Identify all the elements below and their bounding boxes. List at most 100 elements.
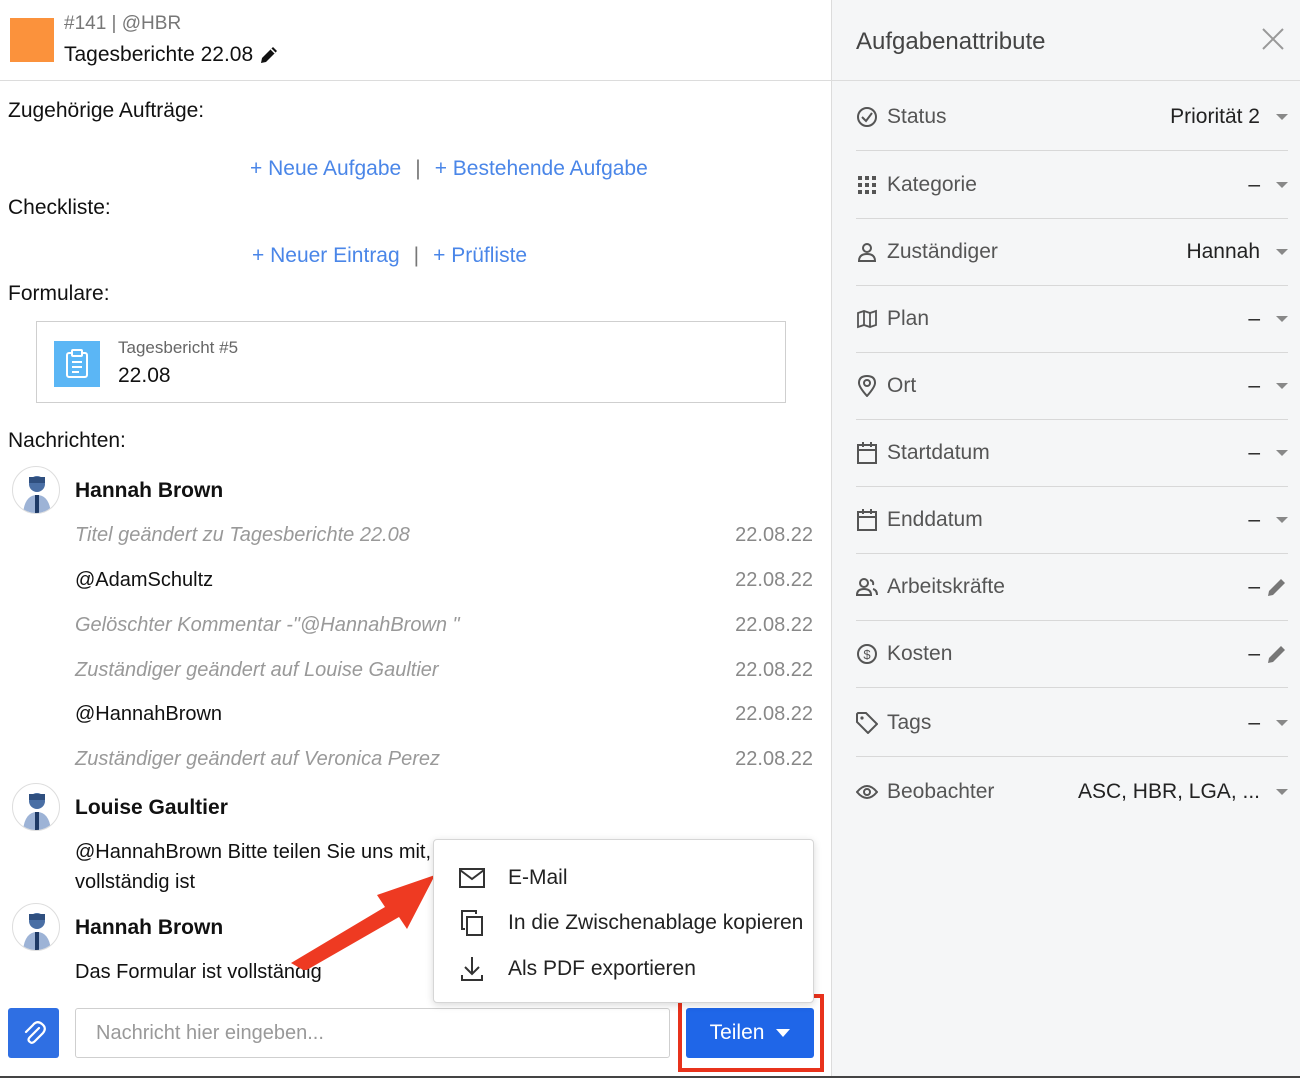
share-button-label: Teilen — [709, 1021, 765, 1044]
attr-location[interactable]: Ort – — [856, 353, 1288, 420]
new-entry-link[interactable]: + Neuer Eintrag — [252, 244, 400, 268]
attr-tags[interactable]: Tags – — [856, 690, 1288, 757]
message-date: 22.08.22 — [735, 569, 813, 591]
caret-down-icon — [1276, 249, 1288, 255]
related-orders-links: + Neue Aufgabe | + Bestehende Aufgabe — [250, 157, 648, 181]
clipboard-icon — [54, 341, 100, 387]
message-text-continued: vollständig ist — [75, 871, 196, 893]
attr-status-value: Priorität 2 — [1170, 105, 1260, 128]
attr-category[interactable]: Kategorie – — [856, 152, 1288, 219]
caret-down-icon — [1276, 114, 1288, 120]
grid-icon — [856, 174, 878, 196]
attr-assignee-label: Zuständiger — [887, 240, 998, 263]
pencil-icon[interactable] — [1266, 643, 1288, 665]
attr-status[interactable]: Status Priorität 2 — [856, 84, 1288, 151]
caret-down-icon — [1276, 788, 1288, 795]
message-date: 22.08.22 — [735, 748, 813, 770]
caret-down-icon — [1276, 720, 1288, 726]
paperclip-icon — [24, 1021, 46, 1044]
attach-button[interactable] — [8, 1008, 59, 1058]
checklist-links: + Neuer Eintrag | + Prüfliste — [252, 244, 527, 268]
task-color-swatch — [10, 18, 54, 62]
caret-down-icon — [1276, 450, 1288, 456]
attr-assignee-value: Hannah — [1186, 240, 1260, 263]
caret-down-icon — [1276, 316, 1288, 322]
task-title[interactable]: Tagesberichte 22.08 — [64, 43, 279, 67]
panel-title: Aufgabenattribute — [856, 28, 1046, 55]
message-date: 22.08.22 — [735, 659, 813, 681]
caret-down-icon — [776, 1029, 791, 1037]
share-button[interactable]: Teilen — [686, 1008, 814, 1058]
attr-end-date[interactable]: Enddatum – — [856, 487, 1288, 554]
link-separator: | — [415, 157, 421, 180]
attr-observers-label: Beobachter — [887, 779, 995, 803]
attr-status-label: Status — [887, 105, 947, 128]
caret-down-icon — [1276, 383, 1288, 389]
attr-plan[interactable]: Plan – — [856, 286, 1288, 353]
attr-category-label: Kategorie — [887, 173, 977, 196]
system-message: Zuständiger geändert auf Veronica Perez — [75, 748, 441, 770]
attr-workforce[interactable]: Arbeitskräfte – — [856, 554, 1288, 621]
task-header: #141 | @HBR Tagesberichte 22.08 — [0, 0, 831, 81]
share-menu-email[interactable]: E-Mail — [458, 864, 568, 892]
attr-start-date[interactable]: Startdatum – — [856, 420, 1288, 487]
attr-costs-label: Kosten — [887, 642, 953, 665]
pencil-icon[interactable] — [1266, 576, 1288, 598]
attr-costs-value: – — [1248, 642, 1260, 665]
svg-text:$: $ — [863, 647, 871, 662]
attr-start-date-label: Startdatum — [887, 441, 990, 464]
panel-divider — [832, 80, 1300, 81]
message-date: 22.08.22 — [735, 614, 813, 636]
task-detail-pane: #141 | @HBR Tagesberichte 22.08 Zugehöri… — [0, 0, 832, 1078]
attr-location-label: Ort — [887, 374, 917, 397]
share-menu-clipboard-label: In die Zwischenablage kopieren — [508, 911, 804, 934]
messages-label: Nachrichten: — [8, 429, 126, 452]
attr-plan-label: Plan — [887, 307, 930, 330]
form-card-value: 22.08 — [118, 364, 171, 387]
calendar-icon — [856, 509, 878, 531]
attr-category-value: – — [1248, 173, 1260, 196]
message-text: @HannahBrown — [75, 703, 223, 725]
map-icon — [856, 308, 878, 330]
new-task-link[interactable]: + Neue Aufgabe — [250, 157, 401, 181]
close-icon[interactable] — [1260, 26, 1286, 52]
message-date: 22.08.22 — [735, 703, 813, 725]
checklist-link[interactable]: + Prüfliste — [433, 244, 527, 268]
related-orders-label: Zugehörige Aufträge: — [8, 99, 205, 122]
share-menu-email-label: E-Mail — [508, 866, 568, 889]
attr-workforce-value: – — [1248, 575, 1260, 598]
attr-end-date-label: Enddatum — [887, 508, 983, 531]
message-input[interactable] — [75, 1008, 670, 1058]
attr-end-date-value: – — [1248, 508, 1260, 531]
avatar — [12, 783, 60, 831]
caret-down-icon — [1276, 517, 1288, 523]
link-separator: | — [413, 244, 420, 267]
envelope-icon — [458, 864, 486, 892]
person-icon — [856, 241, 878, 263]
dollar-circle-icon: $ — [856, 643, 878, 665]
tag-icon — [856, 712, 878, 734]
pencil-icon[interactable] — [259, 45, 279, 65]
share-menu: E-Mail In die Zwischenablage kopieren Al… — [433, 839, 814, 1003]
caret-down-icon — [1276, 182, 1288, 188]
system-message: Gelöschter Kommentar -"@HannahBrown " — [75, 614, 460, 636]
attr-costs[interactable]: $ Kosten – — [856, 621, 1288, 688]
attr-assignee[interactable]: Zuständiger Hannah — [856, 219, 1288, 286]
message-text: @AdamSchultz — [75, 569, 214, 591]
share-menu-clipboard[interactable]: In die Zwischenablage kopieren — [458, 909, 803, 937]
checklist-label: Checkliste: — [8, 196, 111, 219]
form-card-subtitle: Tagesbericht #5 — [118, 338, 239, 357]
avatar — [12, 903, 60, 951]
download-icon — [458, 955, 486, 983]
message-author: Hannah Brown — [75, 479, 224, 502]
forms-label: Formulare: — [8, 282, 110, 305]
copy-icon — [458, 909, 486, 937]
existing-task-link[interactable]: + Bestehende Aufgabe — [435, 157, 648, 181]
attr-workforce-label: Arbeitskräfte — [887, 575, 1005, 598]
system-message: Zuständiger geändert auf Louise Gaultier — [75, 659, 439, 681]
form-card[interactable]: Tagesbericht #5 22.08 — [36, 321, 786, 403]
task-title-text: Tagesberichte 22.08 — [64, 43, 254, 66]
task-id: #141 | @HBR — [64, 13, 182, 34]
share-menu-pdf[interactable]: Als PDF exportieren — [458, 955, 696, 983]
attr-observers[interactable]: Beobachter ASC, HBR, LGA, ... — [856, 758, 1288, 825]
